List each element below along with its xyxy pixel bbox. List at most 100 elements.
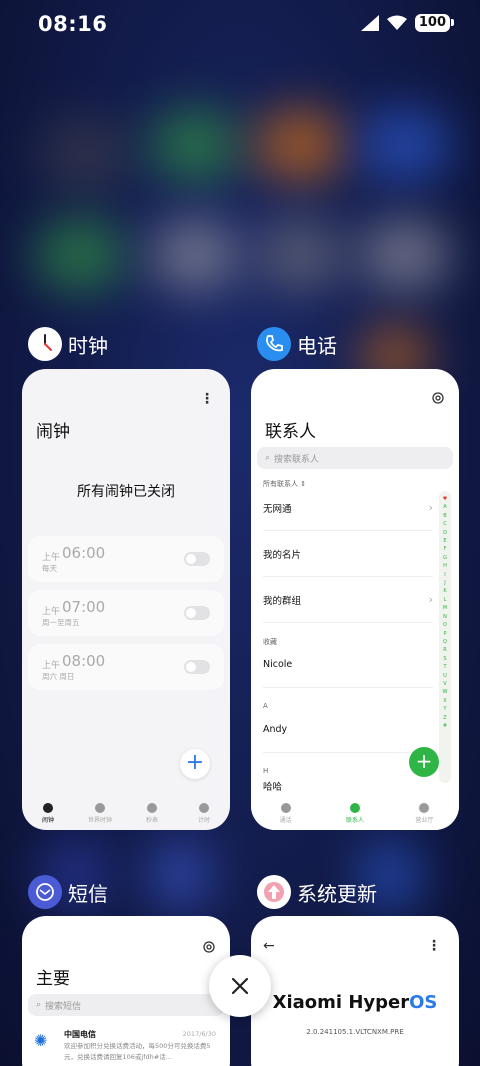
sms-app-card[interactable]: 主要 ⌕ 搜索短信 ✺ 中国电信 2017/6/30 欢迎参加积分兑换话费活动，… xyxy=(22,916,230,1066)
settings-gear-icon[interactable] xyxy=(202,940,216,954)
alphabet-index-letter[interactable]: A xyxy=(443,503,446,511)
status-bar: 08:16 100 xyxy=(0,0,480,50)
alphabet-index-letter[interactable]: T xyxy=(443,663,446,671)
alphabet-index-letter[interactable]: D xyxy=(443,529,447,537)
alarm-clock-icon xyxy=(43,802,53,813)
alarm-toggle[interactable] xyxy=(184,660,210,674)
store-icon xyxy=(419,802,430,813)
clear-all-button[interactable] xyxy=(209,955,271,1017)
sms-page-title: 主要 xyxy=(36,969,70,989)
alphabet-index-letter[interactable]: K xyxy=(443,587,446,595)
tab-calls[interactable]: 通话 xyxy=(251,796,320,830)
back-arrow-icon[interactable]: ← xyxy=(263,938,275,954)
contacts-search-input[interactable]: ⌕ 搜索联系人 xyxy=(257,447,453,469)
tab-stopwatch[interactable]: 秒表 xyxy=(126,796,178,830)
tab-label: 营业厅 xyxy=(415,816,434,824)
alphabet-index-letter[interactable]: # xyxy=(443,722,447,730)
tab-world-clock[interactable]: 世界时钟 xyxy=(74,796,126,830)
alarm-item[interactable]: 上午 06:00 每天 xyxy=(28,536,224,582)
os-version: 2.0.241105.1.VLTCNXM.PRE xyxy=(306,1028,404,1036)
system-update-app-card[interactable]: ← ⋮ Xiaomi HyperOS 2.0.241105.1.VLTCNXM.… xyxy=(251,916,459,1066)
alphabet-index-letter[interactable]: U xyxy=(443,672,447,680)
search-placeholder: 搜索短信 xyxy=(45,1001,82,1012)
alphabet-index-letter[interactable]: H xyxy=(443,562,447,570)
alphabet-index-letter[interactable]: N xyxy=(443,613,447,621)
contact-row[interactable]: 我的名片 xyxy=(263,531,433,577)
settings-gear-icon[interactable] xyxy=(431,391,445,405)
alphabet-index-letter[interactable]: C xyxy=(443,520,447,528)
sms-conversation-item[interactable]: ✺ 中国电信 2017/6/30 欢迎参加积分兑换话费活动，每500分可兑换话费… xyxy=(34,1029,220,1066)
alphabet-index-letter[interactable]: I xyxy=(444,571,445,579)
alphabet-index-letter[interactable]: V xyxy=(443,680,446,688)
tab-label: 世界时钟 xyxy=(87,816,112,824)
tab-label: 通话 xyxy=(279,816,292,824)
wifi-icon xyxy=(386,15,407,30)
app-label-sms[interactable]: 短信 xyxy=(28,875,108,909)
system-update-app-icon xyxy=(257,875,291,909)
app-label-clock[interactable]: 时钟 xyxy=(28,327,108,361)
alarm-ampm: 上午 xyxy=(42,607,61,617)
contact-row[interactable]: Nicole xyxy=(263,642,433,688)
chevron-right-icon: › xyxy=(428,501,433,514)
alphabet-index-letter[interactable]: L xyxy=(444,596,447,604)
person-icon xyxy=(349,802,360,813)
status-icons: 100 xyxy=(360,14,455,32)
clock-app-icon xyxy=(28,327,62,361)
contact-row[interactable]: Andy xyxy=(263,707,433,753)
alphabet-index-letter[interactable]: ♥ xyxy=(443,495,447,503)
contact-name: Nicole xyxy=(263,659,293,670)
sms-date: 2017/6/30 xyxy=(182,1030,216,1038)
tab-contacts[interactable]: 联系人 xyxy=(320,796,389,830)
contact-name: 哈哈 xyxy=(263,782,283,793)
contact-name: Andy xyxy=(263,724,288,735)
add-alarm-button[interactable]: + xyxy=(180,749,210,779)
alphabet-index-letter[interactable]: P xyxy=(443,630,446,638)
alarm-time: 08:00 xyxy=(62,652,106,670)
close-icon xyxy=(231,977,249,995)
alphabet-index-letter[interactable]: B xyxy=(443,512,446,520)
app-label-phone[interactable]: 电话 xyxy=(257,327,337,361)
tab-label: 秒表 xyxy=(145,816,158,824)
alarm-repeat: 周一至周五 xyxy=(42,618,80,627)
alphabet-index-letter[interactable]: G xyxy=(443,554,447,562)
cellular-signal-icon xyxy=(360,15,379,31)
alphabet-index-letter[interactable]: X xyxy=(443,697,446,705)
alphabet-index[interactable]: ♥ A B C D E F G H I J K L M N O P Q R S T U V W X Y Z # xyxy=(439,491,451,783)
alphabet-index-letter[interactable]: M xyxy=(443,604,447,612)
alphabet-index-letter[interactable]: E xyxy=(443,537,446,545)
phone-icon xyxy=(280,802,291,813)
app-label-update[interactable]: 系统更新 xyxy=(257,875,377,909)
tab-timer[interactable]: 计时 xyxy=(178,796,230,830)
alarm-toggle[interactable] xyxy=(184,552,210,566)
alphabet-index-letter[interactable]: O xyxy=(443,621,447,629)
contact-row[interactable]: 无网通 › xyxy=(263,485,433,531)
alphabet-index-letter[interactable]: J xyxy=(444,579,445,587)
alarm-item[interactable]: 上午 07:00 周一至周五 xyxy=(28,590,224,636)
alphabet-index-letter[interactable]: R xyxy=(443,646,446,654)
alarms-off-message: 所有闹钟已关闭 xyxy=(77,484,175,500)
alphabet-index-letter[interactable]: S xyxy=(443,655,446,663)
sms-search-input[interactable]: ⌕ 搜索短信 xyxy=(28,994,224,1016)
alphabet-index-letter[interactable]: F xyxy=(444,545,447,553)
more-options-icon[interactable]: ⋮ xyxy=(427,938,441,954)
alphabet-index-letter[interactable]: Q xyxy=(443,638,447,646)
tab-service-hall[interactable]: 营业厅 xyxy=(390,796,459,830)
phone-app-card[interactable]: 联系人 ⌕ 搜索联系人 所有联系人 ⇕ 无网通 › 我的名片 我的群组 › 收藏 N… xyxy=(251,369,459,830)
alphabet-index-letter[interactable]: Y xyxy=(443,705,446,713)
tab-alarm[interactable]: 闹钟 xyxy=(22,796,74,830)
clock-app-card[interactable]: ⋮ 闹钟 所有闹钟已关闭 上午 06:00 每天 上午 07:00 周一至周五 … xyxy=(22,369,230,830)
app-label-text: 时钟 xyxy=(68,333,108,358)
add-contact-button[interactable]: + xyxy=(409,747,439,777)
alarm-toggle[interactable] xyxy=(184,606,210,620)
more-options-icon[interactable]: ⋮ xyxy=(200,391,214,407)
search-placeholder: 搜索联系人 xyxy=(274,454,320,465)
tab-label: 闹钟 xyxy=(41,816,54,824)
alphabet-index-letter[interactable]: Z xyxy=(443,714,446,722)
alarm-item[interactable]: 上午 08:00 周六 周日 xyxy=(28,644,224,690)
contact-row[interactable]: 我的群组 › xyxy=(263,577,433,623)
contact-row-label: 无网通 xyxy=(263,503,292,515)
alarm-ampm: 上午 xyxy=(42,553,61,563)
alarm-ampm: 上午 xyxy=(42,661,61,671)
app-label-text: 系统更新 xyxy=(297,881,377,906)
alphabet-index-letter[interactable]: W xyxy=(443,688,448,696)
